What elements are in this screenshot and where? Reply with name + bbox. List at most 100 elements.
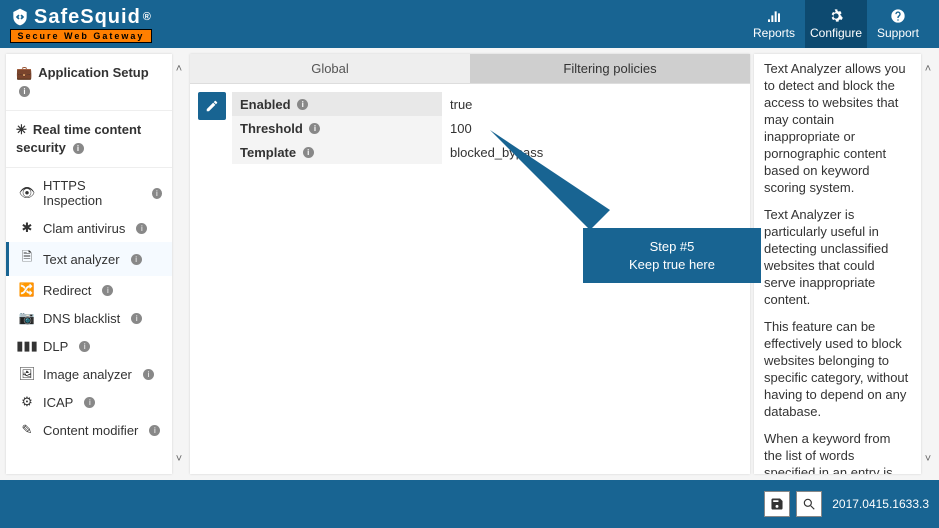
version-label: 2017.0415.1633.3 bbox=[832, 497, 929, 511]
asterisk-icon: ✱ bbox=[19, 220, 35, 236]
image-icon: 🖼 bbox=[19, 366, 35, 382]
help-scrollbar[interactable]: ˄ ˅ bbox=[921, 54, 935, 474]
info-icon[interactable]: i bbox=[73, 143, 84, 154]
help-paragraph: Text Analyzer is particularly useful in … bbox=[764, 206, 909, 308]
sidebar-column: 💼 Application Setup i ✳Real time content … bbox=[0, 48, 188, 480]
info-icon[interactable]: i bbox=[143, 369, 154, 380]
edit-icon: ✎ bbox=[19, 422, 35, 438]
sidebar-item-label: ICAP bbox=[43, 395, 73, 410]
info-icon[interactable]: i bbox=[152, 188, 162, 199]
tab-label: Filtering policies bbox=[563, 61, 656, 76]
support-button[interactable]: Support bbox=[867, 0, 929, 48]
tabs: Global Filtering policies bbox=[190, 54, 750, 84]
sidebar-item-label: Text analyzer bbox=[43, 252, 120, 267]
briefcase-icon: 💼 bbox=[16, 65, 32, 80]
sidebar-item-label: HTTPS Inspection bbox=[43, 178, 141, 208]
edit-button[interactable] bbox=[198, 92, 226, 120]
eye-icon: 👁 bbox=[19, 185, 35, 201]
sidebar-item-content-modifier[interactable]: ✎ Content modifier i bbox=[6, 416, 172, 444]
sidebar-list: 👁 HTTPS Inspection i ✱ Clam antivirus i … bbox=[6, 168, 172, 448]
tab-filtering-policies[interactable]: Filtering policies bbox=[470, 54, 750, 84]
callout-title: Step #5 bbox=[650, 238, 695, 256]
help-paragraph: When a keyword from the list of words sp… bbox=[764, 430, 909, 474]
top-bar: SafeSquid® Secure Web Gateway Reports Co… bbox=[0, 0, 939, 48]
info-icon[interactable]: i bbox=[149, 425, 160, 436]
reports-button[interactable]: Reports bbox=[743, 0, 805, 48]
sidebar-item-label: DLP bbox=[43, 339, 68, 354]
info-icon[interactable]: i bbox=[84, 397, 95, 408]
save-icon bbox=[770, 497, 784, 511]
brand-subtitle: Secure Web Gateway bbox=[10, 29, 152, 43]
form-label-enabled: Enabled i bbox=[232, 92, 442, 116]
callout-text: Keep true here bbox=[629, 256, 715, 274]
shuffle-icon: 🔀 bbox=[19, 282, 35, 298]
reports-label: Reports bbox=[753, 26, 795, 40]
brand-registered: ® bbox=[143, 11, 152, 23]
help-panel: Text Analyzer allows you to detect and b… bbox=[754, 54, 921, 474]
sidebar-item-label: Redirect bbox=[43, 283, 91, 298]
chart-icon bbox=[766, 8, 782, 24]
sidebar-scrollbar[interactable]: ˄ ˅ bbox=[172, 54, 186, 474]
sidebar-group-realtime[interactable]: ✳Real time content security i bbox=[6, 111, 172, 168]
sidebar-group1-label: Application Setup bbox=[38, 65, 149, 80]
sidebar: 💼 Application Setup i ✳Real time content … bbox=[6, 54, 172, 474]
sidebar-group-application-setup[interactable]: 💼 Application Setup i bbox=[6, 54, 172, 111]
info-icon[interactable]: i bbox=[303, 147, 314, 158]
footer: 2017.0415.1633.3 bbox=[0, 480, 939, 528]
tab-global[interactable]: Global bbox=[190, 54, 470, 84]
scroll-up-icon[interactable]: ˄ bbox=[172, 62, 186, 76]
sidebar-item-redirect[interactable]: 🔀 Redirect i bbox=[6, 276, 172, 304]
search-button[interactable] bbox=[796, 491, 822, 517]
info-icon[interactable]: i bbox=[131, 313, 142, 324]
sidebar-item-label: Content modifier bbox=[43, 423, 138, 438]
info-icon[interactable]: i bbox=[297, 99, 308, 110]
help-paragraph: Text Analyzer allows you to detect and b… bbox=[764, 60, 909, 196]
tab-label: Global bbox=[311, 61, 349, 76]
gears-icon bbox=[828, 8, 844, 24]
logo-icon bbox=[10, 7, 30, 27]
search-icon bbox=[802, 497, 816, 511]
sidebar-item-dlp[interactable]: ▮▮▮ DLP i bbox=[6, 332, 172, 360]
info-icon[interactable]: i bbox=[102, 285, 113, 296]
info-icon[interactable]: i bbox=[19, 86, 30, 97]
camera-icon: 📷 bbox=[19, 310, 35, 326]
sidebar-item-icap[interactable]: ⚙ ICAP i bbox=[6, 388, 172, 416]
form-label-template: Template i bbox=[232, 140, 442, 164]
callout-box: Step #5 Keep true here bbox=[583, 228, 761, 283]
help-paragraph: This feature can be effectively used to … bbox=[764, 318, 909, 420]
help-text: Text Analyzer allows you to detect and b… bbox=[764, 60, 909, 474]
scroll-down-icon[interactable]: ˅ bbox=[172, 452, 186, 466]
top-actions: Reports Configure Support bbox=[743, 0, 929, 48]
support-label: Support bbox=[877, 26, 919, 40]
sidebar-item-clam-antivirus[interactable]: ✱ Clam antivirus i bbox=[6, 214, 172, 242]
file-text-icon: 🗎 bbox=[19, 248, 35, 270]
sidebar-item-label: Clam antivirus bbox=[43, 221, 125, 236]
info-icon[interactable]: i bbox=[131, 254, 142, 265]
configure-label: Configure bbox=[810, 26, 862, 40]
info-icon[interactable]: i bbox=[79, 341, 90, 352]
barcode-icon: ▮▮▮ bbox=[19, 338, 35, 354]
pencil-icon bbox=[205, 99, 219, 113]
body: 💼 Application Setup i ✳Real time content … bbox=[0, 48, 939, 480]
form-value-enabled[interactable]: true bbox=[442, 92, 742, 116]
form-label-threshold: Threshold i bbox=[232, 116, 442, 140]
sidebar-item-https-inspection[interactable]: 👁 HTTPS Inspection i bbox=[6, 172, 172, 214]
bug-icon: ✳ bbox=[16, 122, 27, 137]
info-icon[interactable]: i bbox=[136, 223, 147, 234]
sidebar-item-text-analyzer[interactable]: 🗎 Text analyzer i bbox=[6, 242, 172, 276]
sidebar-item-label: DNS blacklist bbox=[43, 311, 120, 326]
brand-logo: SafeSquid® Secure Web Gateway bbox=[10, 6, 152, 43]
configure-button[interactable]: Configure bbox=[805, 0, 867, 48]
save-button[interactable] bbox=[764, 491, 790, 517]
scroll-down-icon[interactable]: ˅ bbox=[921, 452, 935, 466]
sidebar-item-image-analyzer[interactable]: 🖼 Image analyzer i bbox=[6, 360, 172, 388]
brand-name: SafeSquid bbox=[34, 6, 141, 29]
help-icon bbox=[890, 8, 906, 24]
scroll-up-icon[interactable]: ˄ bbox=[921, 62, 935, 76]
info-icon[interactable]: i bbox=[309, 123, 320, 134]
sidebar-item-label: Image analyzer bbox=[43, 367, 132, 382]
sliders-icon: ⚙ bbox=[19, 394, 35, 410]
form-row-enabled: Enabled i true bbox=[232, 92, 742, 116]
sidebar-item-dns-blacklist[interactable]: 📷 DNS blacklist i bbox=[6, 304, 172, 332]
help-column: Text Analyzer allows you to detect and b… bbox=[752, 48, 939, 480]
